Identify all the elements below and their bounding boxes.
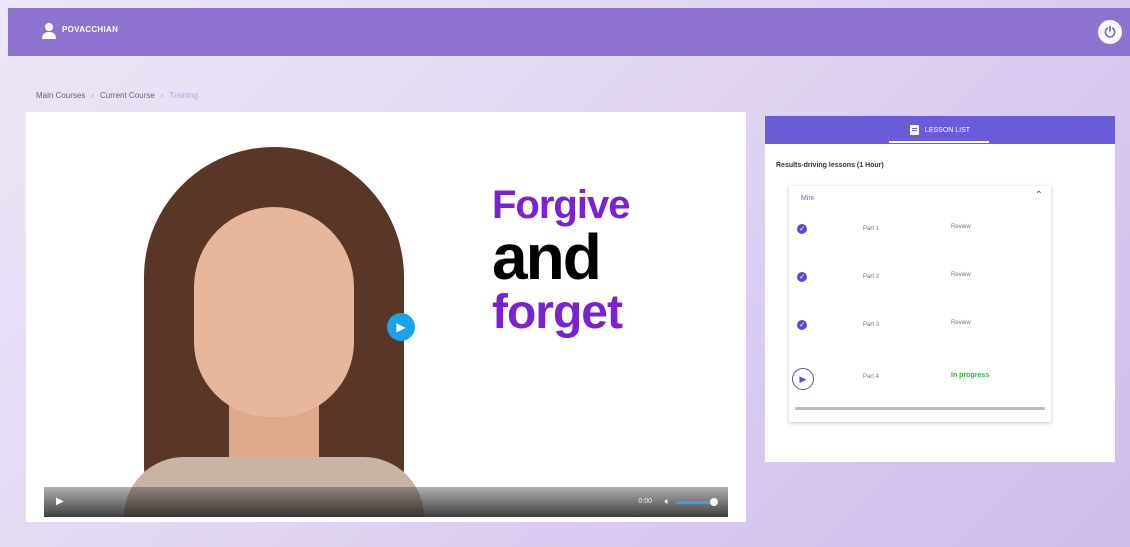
volume-knob[interactable] bbox=[710, 498, 718, 506]
center-play-button[interactable]: ▶ bbox=[387, 313, 415, 341]
volume-slider[interactable] bbox=[676, 501, 714, 504]
part-name: Part 4 bbox=[863, 374, 880, 380]
breadcrumb-separator: › bbox=[160, 91, 164, 100]
power-button[interactable]: ⏻ bbox=[1098, 20, 1122, 44]
video-controls: ▶ 0:00 🔈︎ bbox=[44, 487, 728, 517]
list-item[interactable]: ✓ Part 2 Review bbox=[789, 272, 1051, 302]
play-icon: ▶ bbox=[396, 320, 406, 334]
part-status[interactable]: Review bbox=[951, 272, 971, 278]
volume-icon[interactable]: 🔈︎ bbox=[665, 496, 670, 507]
part-status[interactable]: Review bbox=[951, 320, 971, 326]
slogan-line-1: Forgive bbox=[492, 183, 630, 227]
horizontal-scrollbar[interactable] bbox=[795, 407, 1045, 410]
tab-lesson-list-label: LESSON LIST bbox=[924, 126, 971, 134]
slogan-line-2: and bbox=[492, 221, 602, 293]
check-icon: ✓ bbox=[797, 320, 807, 330]
user-icon bbox=[42, 23, 56, 39]
lesson-list-card: LESSON LIST Results-driving lessons (1 H… bbox=[765, 116, 1115, 462]
breadcrumb-separator: › bbox=[91, 91, 95, 100]
play-circle-icon[interactable]: ▶ bbox=[792, 368, 814, 390]
document-icon bbox=[909, 125, 919, 135]
check-icon: ✓ bbox=[797, 272, 807, 282]
breadcrumb: Main Courses › Current Course › Training bbox=[36, 91, 198, 100]
breadcrumb-item-current-course[interactable]: Current Course bbox=[100, 91, 155, 100]
play-button[interactable]: ▶ bbox=[56, 496, 64, 507]
section-label[interactable]: Mini bbox=[801, 195, 814, 202]
parts-list: Mini ⌃ ✓ Part 1 Review ✓ Part 2 Review ✓… bbox=[789, 186, 1051, 422]
video-time: 0:00 bbox=[638, 498, 652, 505]
breadcrumb-item-main-courses[interactable]: Main Courses bbox=[36, 91, 85, 100]
tab-underline bbox=[889, 141, 989, 143]
course-title: Results-driving lessons (1 Hour) bbox=[776, 162, 884, 169]
part-status: In progress bbox=[951, 372, 990, 379]
list-item[interactable]: ✓ Part 1 Review bbox=[789, 224, 1051, 254]
chevron-up-icon[interactable]: ⌃ bbox=[1035, 190, 1043, 201]
top-bar: POVACCHIAN ⏻ bbox=[8, 8, 1130, 56]
video-card: ▶ Forgive and forget ▶ 0:00 🔈︎ bbox=[26, 112, 746, 522]
part-name: Part 1 bbox=[863, 226, 880, 232]
video-slogan: Forgive and forget bbox=[492, 183, 630, 339]
power-icon: ⏻ bbox=[1104, 23, 1116, 40]
breadcrumb-item-training: Training bbox=[169, 91, 198, 100]
presenter-image bbox=[124, 147, 424, 517]
slogan-line-3: forget bbox=[492, 286, 623, 339]
username: POVACCHIAN bbox=[62, 25, 119, 34]
part-name: Part 2 bbox=[863, 274, 880, 280]
check-icon: ✓ bbox=[797, 224, 807, 234]
video-player[interactable]: ▶ Forgive and forget ▶ 0:00 🔈︎ bbox=[44, 127, 728, 517]
part-status[interactable]: Review bbox=[951, 224, 971, 230]
part-name: Part 3 bbox=[863, 322, 880, 328]
list-item[interactable]: ✓ Part 3 Review bbox=[789, 320, 1051, 350]
tab-lesson-list[interactable]: LESSON LIST bbox=[765, 116, 1115, 144]
list-item[interactable]: ▶ Part 4 In progress bbox=[789, 368, 1051, 402]
